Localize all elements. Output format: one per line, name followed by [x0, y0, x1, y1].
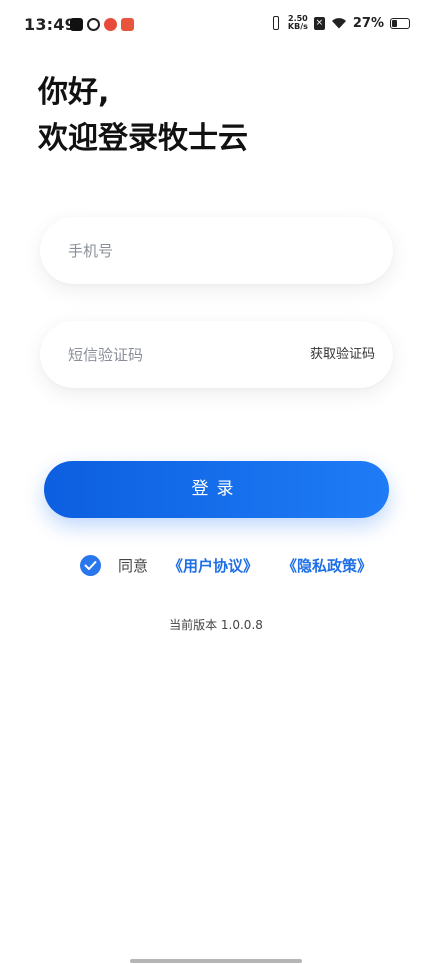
battery-icon: [390, 17, 410, 29]
phone-field[interactable]: [40, 217, 393, 284]
wifi-icon: [331, 17, 347, 29]
checkmark-icon: [84, 560, 97, 570]
vibrate-icon: [270, 16, 282, 30]
notification-icons: [70, 18, 134, 31]
greeting-welcome: 欢迎登录牧士云: [38, 121, 248, 156]
link-icon: [87, 18, 100, 31]
phone-input[interactable]: [68, 217, 368, 284]
greeting: 你好, 欢迎登录牧士云: [38, 70, 248, 162]
agreement-checkbox[interactable]: [80, 554, 101, 576]
net-speed: 2.50 KB/s: [288, 15, 308, 31]
agreement-row: 同意 《用户协议》 《隐私政策》: [80, 554, 372, 576]
login-button[interactable]: 登录: [44, 461, 389, 518]
get-code-button[interactable]: 获取验证码: [310, 321, 375, 388]
status-indicators: 2.50 KB/s × 27%: [270, 15, 410, 31]
battery-fill: [392, 19, 397, 27]
tiktok-icon: [70, 18, 83, 31]
home-indicator[interactable]: [130, 959, 302, 963]
sms-code-field[interactable]: 获取验证码: [40, 321, 393, 388]
battery-percent: 27%: [352, 15, 384, 31]
status-time: 13:49: [24, 15, 76, 34]
net-speed-unit: KB/s: [287, 22, 308, 31]
news-icon: [121, 18, 134, 31]
status-bar: 13:49 2.50 KB/s × 27%: [0, 0, 432, 52]
sms-code-input[interactable]: [68, 321, 288, 388]
greeting-hello: 你好,: [38, 75, 110, 110]
agree-text: 同意: [118, 556, 149, 575]
user-agreement-link[interactable]: 《用户协议》: [168, 555, 258, 576]
no-sim-icon: ×: [313, 16, 325, 30]
weibo-icon: [104, 18, 117, 31]
privacy-policy-link[interactable]: 《隐私政策》: [282, 555, 372, 576]
version-text: 当前版本 1.0.0.8: [169, 618, 263, 632]
